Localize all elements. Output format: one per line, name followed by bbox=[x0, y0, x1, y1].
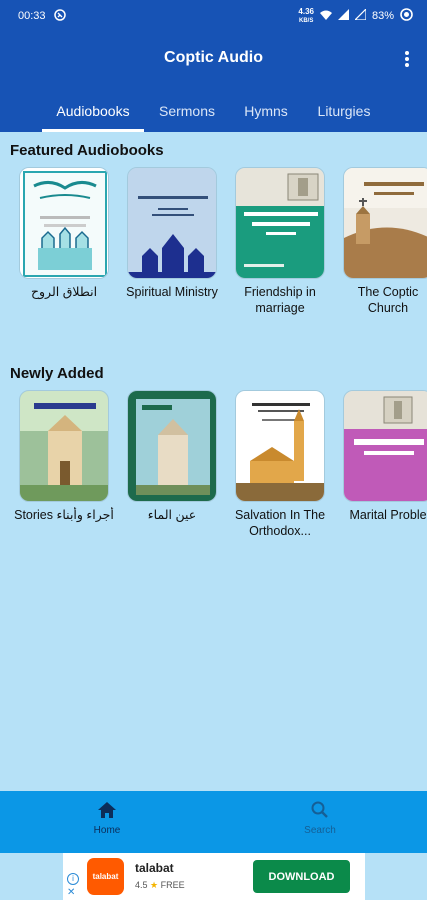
app-bar: Coptic Audio Audiobooks Sermons Hymns Li… bbox=[0, 32, 427, 132]
audiobook-title: Stories أجراء وأبناء bbox=[14, 508, 114, 522]
book-cover bbox=[19, 167, 109, 279]
audiobook-title: Friendship in marriage bbox=[244, 285, 316, 315]
ad-info-icon[interactable]: i bbox=[67, 873, 79, 885]
ad-app-name: talabat bbox=[135, 861, 174, 875]
tab-indicator bbox=[42, 129, 144, 132]
ad-content[interactable]: i ✕ talabat talabat 4.5 ★ FREE DOWNLOAD bbox=[63, 853, 365, 900]
audiobook-title: انطلاق الروح bbox=[30, 285, 98, 299]
bottom-nav: Home Search bbox=[0, 791, 427, 853]
book-cover bbox=[127, 167, 217, 279]
ad-banner: i ✕ talabat talabat 4.5 ★ FREE DOWNLOAD bbox=[0, 853, 427, 900]
ad-download-button[interactable]: DOWNLOAD bbox=[253, 860, 350, 893]
tab-liturgies[interactable]: Liturgies bbox=[308, 90, 380, 132]
ad-rating: 4.5 bbox=[135, 880, 148, 890]
ad-meta: 4.5 ★ FREE bbox=[135, 880, 185, 891]
star-icon: ★ bbox=[150, 880, 159, 890]
battery-percent: 83% bbox=[371, 10, 394, 22]
audiobook-title: The Coptic Church bbox=[357, 285, 419, 315]
app-title: Coptic Audio bbox=[164, 49, 263, 66]
tab-sermons[interactable]: Sermons bbox=[150, 90, 224, 132]
battery-icon bbox=[400, 8, 413, 24]
net-speed: 4.36 KB/S bbox=[298, 6, 314, 25]
audiobook-card[interactable]: Spiritual Ministry bbox=[120, 167, 224, 300]
notification-icon bbox=[53, 8, 66, 24]
wifi-icon bbox=[319, 10, 332, 23]
tab-bar: Audiobooks Sermons Hymns Liturgies bbox=[0, 90, 427, 132]
net-speed-value: 4.36 bbox=[298, 6, 314, 16]
audiobook-title: Marital Proble bbox=[349, 508, 427, 522]
audiobook-card[interactable]: انطلاق الروح bbox=[12, 167, 116, 300]
new-row: Stories أجراء وأبناء عين الماء Salvation… bbox=[0, 390, 427, 570]
net-speed-unit: KB/S bbox=[299, 17, 314, 24]
signal-icon-2 bbox=[353, 7, 367, 23]
audiobook-card[interactable]: The Coptic Church bbox=[336, 167, 427, 316]
nav-search[interactable]: Search bbox=[280, 801, 360, 836]
nav-home[interactable]: Home bbox=[67, 801, 147, 836]
book-cover bbox=[343, 390, 427, 502]
book-cover bbox=[127, 390, 217, 502]
ad-close-icon[interactable]: ✕ bbox=[67, 887, 75, 898]
nav-home-label: Home bbox=[93, 825, 121, 836]
book-cover bbox=[235, 167, 325, 279]
home-icon bbox=[97, 802, 117, 822]
audiobook-card[interactable]: Stories أجراء وأبناء bbox=[12, 390, 116, 523]
book-cover bbox=[235, 390, 325, 502]
new-section-title: Newly Added bbox=[10, 365, 104, 382]
tab-audiobooks[interactable]: Audiobooks bbox=[42, 90, 144, 132]
more-vert-icon[interactable] bbox=[401, 48, 413, 70]
audiobook-card[interactable]: Salvation In The Orthodox... bbox=[228, 390, 332, 539]
audiobook-card[interactable]: عين الماء bbox=[120, 390, 224, 523]
ad-logo: talabat bbox=[87, 858, 124, 895]
tab-hymns[interactable]: Hymns bbox=[232, 90, 300, 132]
ad-price: FREE bbox=[160, 880, 185, 890]
audiobook-card[interactable]: Friendship in marriage bbox=[228, 167, 332, 316]
search-icon bbox=[310, 801, 330, 822]
book-cover bbox=[19, 390, 109, 502]
signal-icon bbox=[337, 9, 349, 23]
featured-section-title: Featured Audiobooks bbox=[10, 142, 164, 159]
book-cover bbox=[343, 167, 427, 279]
audiobook-card[interactable]: Marital Proble bbox=[336, 390, 427, 523]
audiobook-title: Salvation In The Orthodox... bbox=[234, 508, 326, 538]
status-bar: 00:33 4.36 KB/S 83% bbox=[0, 0, 427, 32]
status-time: 00:33 bbox=[18, 10, 46, 22]
nav-search-label: Search bbox=[304, 825, 336, 836]
audiobook-title: Spiritual Ministry bbox=[126, 285, 218, 299]
featured-row: انطلاق الروح Spiritual Ministry Friendsh… bbox=[0, 167, 427, 347]
audiobook-title: عين الماء bbox=[147, 508, 197, 522]
